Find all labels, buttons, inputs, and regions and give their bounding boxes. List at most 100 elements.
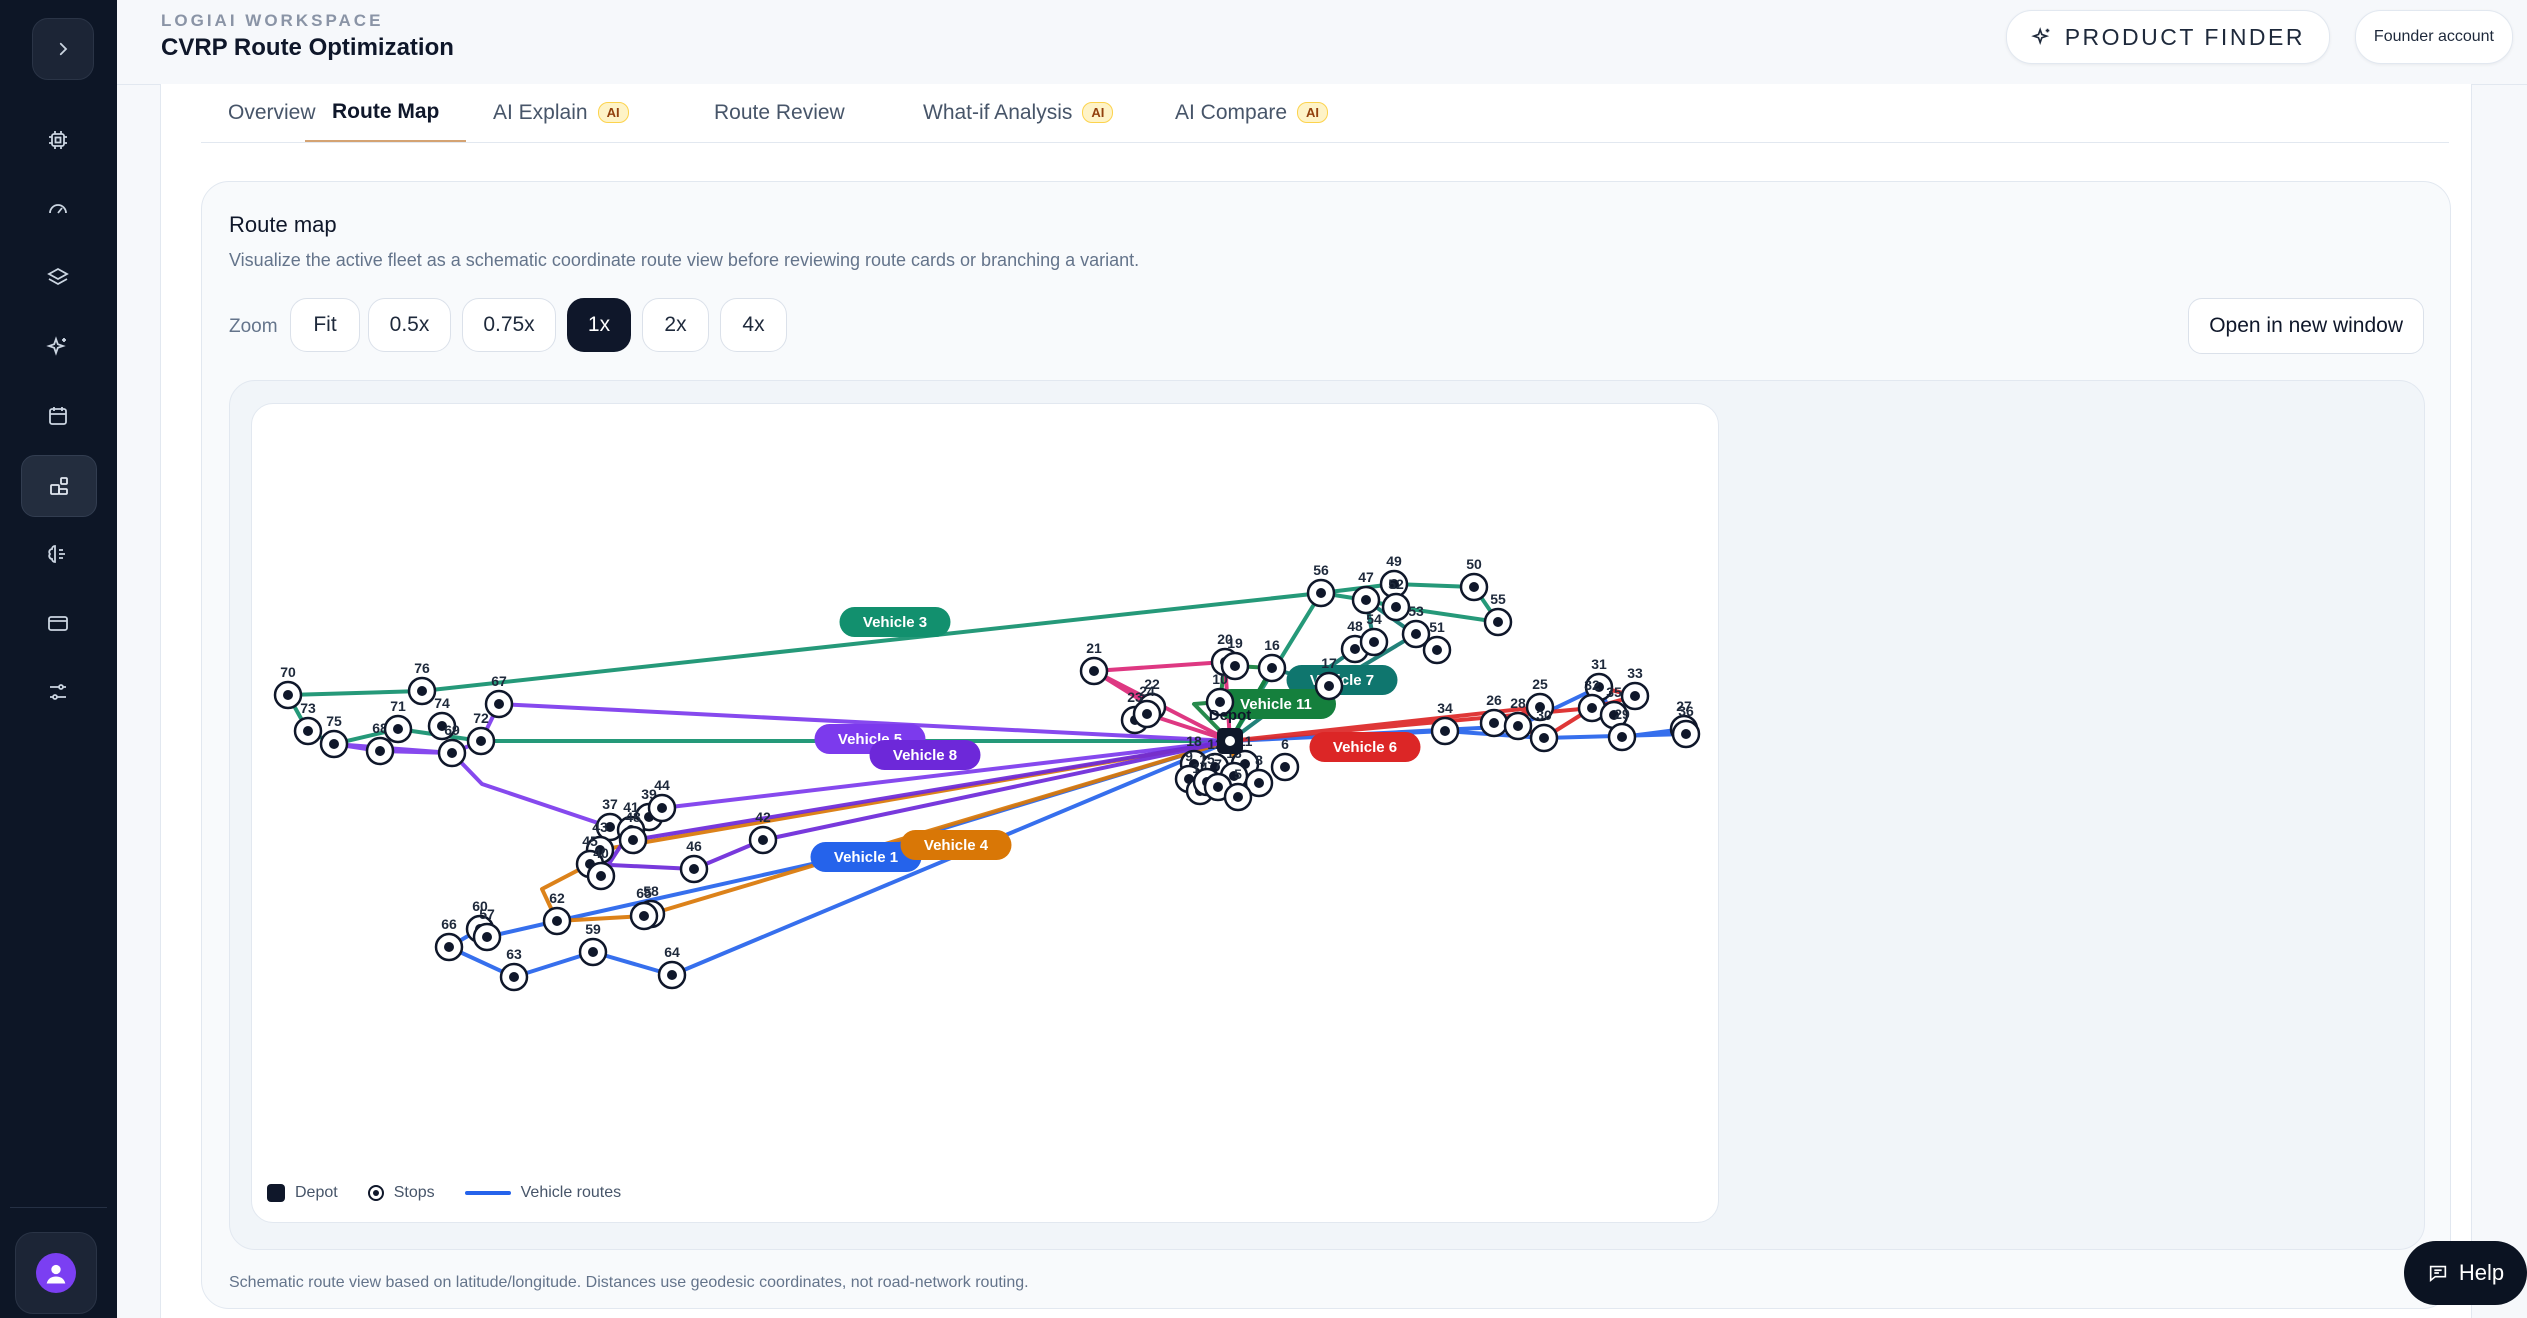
stop-marker-dot (444, 942, 454, 952)
stop-marker-dot (393, 724, 403, 734)
stop-label: 71 (390, 698, 406, 714)
cpu-icon (49, 131, 67, 149)
depot-marker-dot (1225, 736, 1235, 746)
stop-marker-dot (1539, 733, 1549, 743)
tab-route-map[interactable]: Route Map (305, 84, 467, 142)
stop-marker-dot (552, 916, 562, 926)
zoom-2x-button[interactable]: 2x (642, 298, 709, 352)
open-in-new-window-button[interactable]: Open in new window (2188, 298, 2424, 354)
stop-marker-dot (476, 736, 486, 746)
map-canvas[interactable]: Vehicle 1 Vehicle 3 Vehicle 4 Vehicle 5 Vehi… (251, 403, 1719, 1223)
stop-label: 21 (1086, 640, 1102, 656)
stop-marker-dot (447, 748, 457, 758)
zoom-0-75x-button[interactable]: 0.75x (462, 298, 556, 352)
stop-marker-dot (1215, 697, 1225, 707)
stop-marker-dot (588, 947, 598, 957)
product-finder-button[interactable]: PRODUCT FINDER (2005, 10, 2330, 64)
ai-badge: AI (1082, 102, 1114, 123)
route-label: Vehicle 4 (924, 837, 989, 854)
ai-badge: AI (1297, 102, 1329, 123)
legend-depot: Depot (267, 1184, 338, 1202)
stop-label: 19 (1227, 635, 1243, 651)
sidebar-item-layers[interactable] (21, 248, 95, 308)
stop-label: 40 (593, 845, 609, 861)
sidebar-toggle-button[interactable] (32, 18, 94, 80)
stop-label: 24 (1139, 683, 1155, 699)
tab-ai-explain[interactable]: AI Explain AI (466, 84, 656, 141)
help-label: Help (2458, 1260, 2505, 1285)
sidebar-item-calendar[interactable] (21, 386, 95, 446)
stop-label: 63 (506, 946, 522, 962)
user-menu-button[interactable] (15, 1232, 97, 1314)
depot-swatch (267, 1184, 285, 1202)
stop-label: 47 (1358, 569, 1374, 585)
brain-icon (48, 545, 65, 563)
sidebar-item-dashboard[interactable] (21, 179, 95, 239)
stop-marker-dot (1587, 703, 1597, 713)
stop-marker-dot (628, 835, 638, 845)
stop-label: 52 (1388, 576, 1404, 592)
stop-marker-dot (1324, 681, 1334, 691)
stop-label: 37 (602, 796, 618, 812)
stop-label: 6 (1281, 736, 1289, 752)
avatar (36, 1253, 76, 1293)
stop-label: 34 (1437, 700, 1453, 716)
chat-icon (2429, 1265, 2447, 1283)
stop-marker-dot (1230, 661, 1240, 671)
stop-label: 48 (625, 809, 641, 825)
settings-sliders-icon (50, 684, 66, 700)
sidebar-item-ai[interactable] (21, 317, 95, 377)
sidebar-item-settings[interactable] (21, 662, 95, 722)
tab-label: AI Explain (493, 100, 588, 124)
stop-label: 55 (1490, 591, 1506, 607)
tab-what-if-analysis[interactable]: What-if Analysis AI (896, 84, 1140, 141)
stop-marker-dot (1089, 666, 1099, 676)
help-button[interactable]: Help (2404, 1241, 2527, 1305)
product-finder-label: PRODUCT FINDER (2064, 23, 2305, 50)
stop-label: 7 (1214, 756, 1222, 772)
stop-label: 48 (1347, 618, 1363, 634)
stop-label: 73 (300, 700, 316, 716)
stop-marker-dot (1469, 582, 1479, 592)
stop-marker-dot (1280, 762, 1290, 772)
stop-label: 28 (1510, 695, 1526, 711)
sparkles-icon (46, 336, 66, 356)
stop-marker-dot (667, 970, 677, 980)
zoom-1x-button[interactable]: 1x (567, 298, 631, 352)
zoom-4x-button[interactable]: 4x (720, 298, 787, 352)
stop-label: 29 (1614, 706, 1630, 722)
stop-label: 36 (1678, 703, 1694, 719)
stop-label: 35 (1606, 684, 1622, 700)
sidebar (0, 0, 117, 1318)
stop-label: 51 (1429, 619, 1445, 635)
stop-marker-dot (283, 690, 293, 700)
stop-label: 16 (1264, 637, 1280, 653)
stop-marker-dot (1681, 729, 1691, 739)
stop-label: 54 (1366, 611, 1382, 627)
stop-marker-dot (482, 932, 492, 942)
sidebar-divider (10, 1207, 107, 1208)
zoom-0-5x-button[interactable]: 0.5x (368, 298, 451, 352)
sidebar-item-routes[interactable] (21, 455, 97, 517)
stop-marker-dot (329, 739, 339, 749)
route-map-svg[interactable]: Vehicle 1Vehicle 3Vehicle 4Vehicle 5 Vehi… (252, 404, 1718, 1222)
depot-label: Depot (1209, 707, 1252, 724)
sidebar-item-optimizer[interactable] (21, 110, 95, 170)
gauge-icon (49, 204, 67, 214)
stop-marker-dot (1440, 726, 1450, 736)
stop-label: 32 (1584, 677, 1600, 693)
stop-label: 67 (491, 673, 507, 689)
stop-label: 44 (654, 777, 670, 793)
stop-label: 33 (1627, 665, 1643, 681)
stop-marker-dot (509, 972, 519, 982)
sidebar-item-billing[interactable] (21, 593, 95, 653)
tab-route-review[interactable]: Route Review (687, 84, 872, 141)
chevron-right-icon (59, 42, 68, 56)
stop-label: 42 (755, 809, 771, 825)
legend-label: Depot (295, 1184, 338, 1201)
tab-ai-compare[interactable]: AI Compare AI (1148, 84, 1355, 141)
account-button[interactable]: Founder account (2354, 10, 2513, 64)
sidebar-item-insights[interactable] (21, 524, 95, 584)
legend-routes: Vehicle routes (464, 1184, 621, 1202)
zoom-fit-button[interactable]: Fit (290, 298, 360, 352)
